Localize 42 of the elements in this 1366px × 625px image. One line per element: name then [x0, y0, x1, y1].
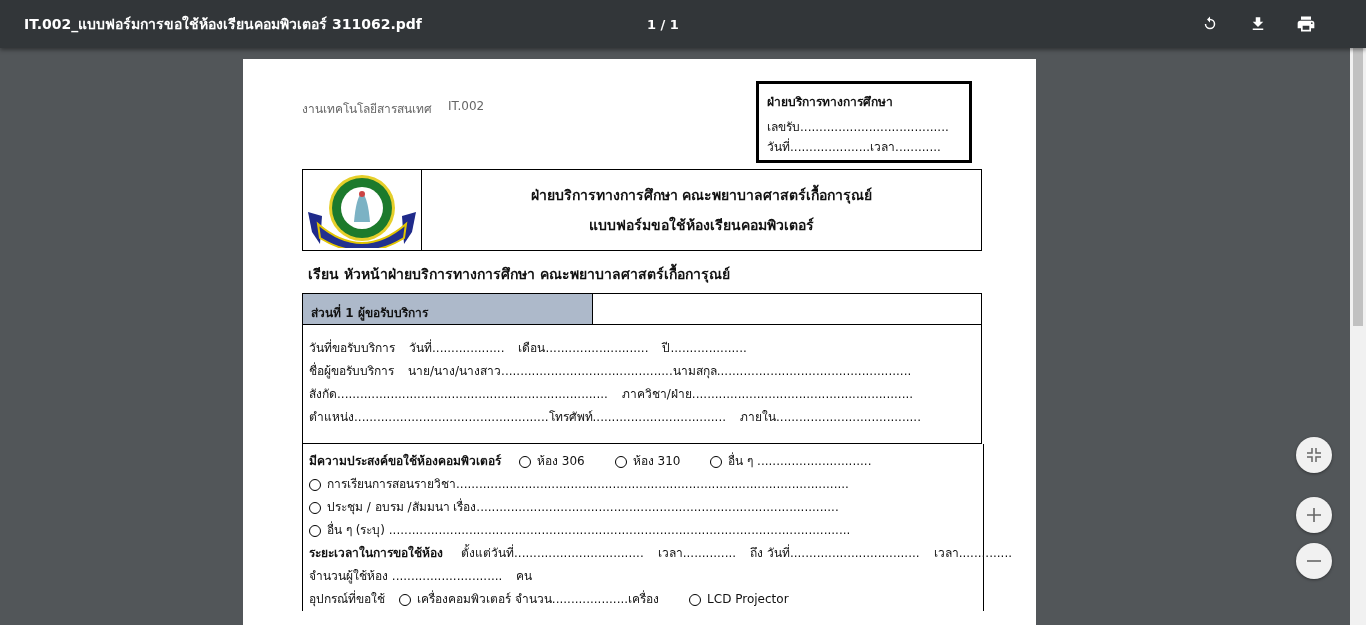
form-text: เวลา..............	[657, 545, 737, 562]
form-text: วันที่ขอรับบริการ	[309, 338, 395, 357]
heading-text: ฝ่ายบริการทางการศึกษา คณะพยาบาลศาสตร์เกื้อการุณย์	[530, 184, 873, 206]
addressee-line: เรียน หัวหน้าฝ่ายบริการทางการศึกษา คณะพยาบาลศาสตร์เกื้อการุณย์	[302, 251, 1036, 293]
stamp-title: ฝ่ายบริการทางการศึกษา	[767, 94, 894, 111]
zoom-in-icon[interactable]	[1296, 497, 1332, 533]
form-text: นาย/นาง/นางสาว.............................................นามสกุล...................................................	[408, 363, 912, 381]
header-text: งานเทคโนโลยีสารสนเทศ	[302, 101, 432, 118]
form-text: เดือน...........................	[518, 340, 649, 357]
section-title: ส่วนที่ 1 ผู้ขอรับบริการ	[303, 294, 593, 324]
option-label: อื่น ๆ ..............................	[728, 451, 872, 470]
form-label: ระยะเวลาในการขอใช้ห้อง	[309, 544, 443, 562]
option-label: LCD Projector	[707, 591, 789, 608]
option-label: การเรียนการสอนรายวิชา.......................................................................................................	[327, 476, 849, 493]
form-text: ภายใน......................................	[740, 409, 921, 426]
heading-text: แบบฟอร์มขอใช้ห้องเรียนคอมพิวเตอร์	[589, 215, 814, 235]
option-label: ห้อง 310	[632, 453, 681, 470]
form-text: ตั้งแต่วันที่..................................	[461, 543, 644, 562]
form-text: วันที่...................	[409, 338, 505, 357]
zoom-out-icon[interactable]	[1296, 543, 1332, 579]
scrollbar[interactable]	[1350, 48, 1366, 625]
form-text: จำนวนผู้ใช้ห้อง .............................	[309, 568, 503, 586]
form-text: ถึง วันที่..................................	[750, 543, 920, 562]
option-label: ประชุม / อบรม /สัมมนา เรื่อง...............................................................................................	[327, 497, 839, 517]
option-label: เครื่องคอมพิวเตอร์ จำนวน....................เครื่อง	[417, 589, 660, 608]
page-indicator: 1 / 1	[646, 16, 680, 32]
form-text: สังกัด.......................................................................	[309, 386, 608, 403]
option-label: ห้อง 306	[537, 453, 585, 470]
form-text: คน	[516, 568, 533, 585]
scroll-thumb[interactable]	[1353, 48, 1363, 326]
header-text: IT.002	[448, 99, 485, 115]
stamp-line: วันที่.....................เวลา............	[767, 137, 942, 156]
option-label: อื่น ๆ (ระบุ) .........................................................................................................................	[327, 520, 851, 540]
form-text: อุปกรณ์ที่ขอใช้	[309, 589, 385, 609]
form-text: ปี....................	[662, 340, 747, 357]
stamp-line: เลขรับ.......................................	[767, 119, 950, 136]
form-text: ตำแหน่ง...................................................โทรศัพท์...................................	[309, 409, 727, 426]
document-title: IT.002_แบบฟอร์มการขอใช้ห้องเรียนคอมพิวเตอร์ 311062.pdf	[24, 14, 423, 35]
form-text: ชื่อผู้ขอรับบริการ	[309, 361, 394, 381]
form-text: ภาควิชา/ฝ่าย..........................................................	[621, 386, 914, 403]
fit-page-icon[interactable]	[1296, 437, 1332, 473]
form-label: มีความประสงค์ขอใช้ห้องคอมพิวเตอร์	[309, 452, 501, 470]
